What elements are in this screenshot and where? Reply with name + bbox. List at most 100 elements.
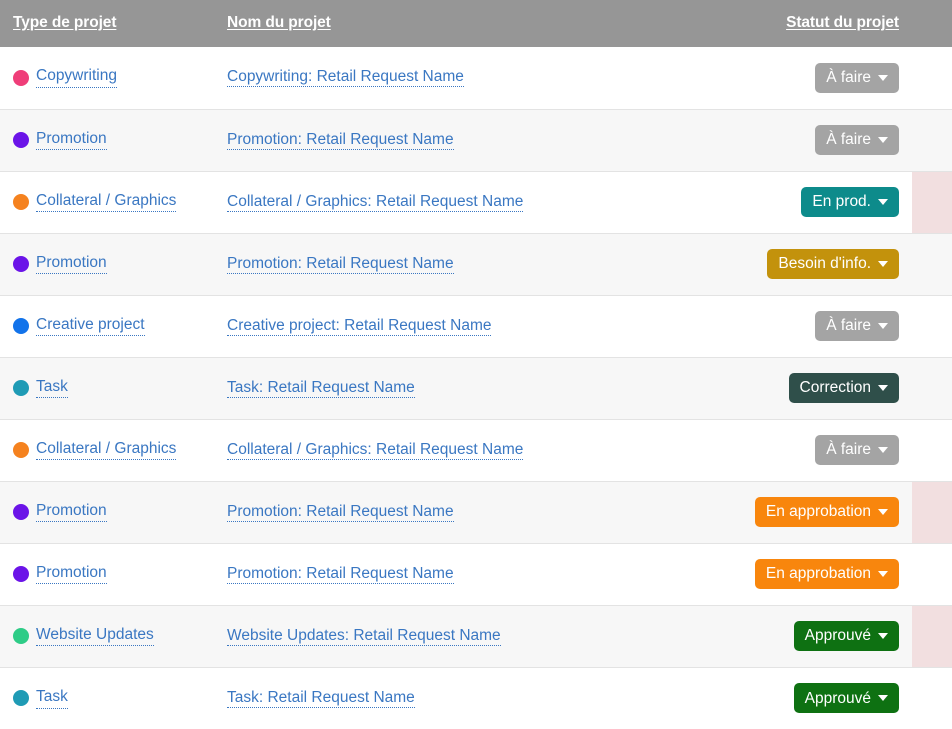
project-name-link[interactable]: Collateral / Graphics: Retail Request Na… [227, 193, 523, 212]
cell-project-name: Collateral / Graphics: Retail Request Na… [223, 419, 717, 481]
status-badge-dropdown[interactable]: En prod. [801, 187, 899, 217]
project-type-color-dot-icon [13, 566, 29, 582]
cell-project-type: Copywriting [0, 47, 223, 109]
table-row[interactable]: Task Task: Retail Request Name Correction 6… [0, 357, 952, 419]
table-row[interactable]: Promotion Promotion: Retail Request Name E… [0, 543, 952, 605]
status-badge-label: Besoin d'info. [778, 256, 871, 272]
project-name-link[interactable]: Website Updates: Retail Request Name [227, 627, 501, 646]
cell-delivery-date: 10/9/2020 [912, 543, 952, 605]
cell-project-type: Collateral / Graphics [0, 419, 223, 481]
status-badge-label: En approbation [766, 504, 871, 520]
status-badge-label: À faire [826, 318, 871, 334]
table-row[interactable]: Task Task: Retail Request Name Approuvé 27/… [0, 667, 952, 729]
project-type-link[interactable]: Promotion [36, 502, 107, 523]
cell-delivery-date: 6/9/2020 [912, 233, 952, 295]
cell-project-name: Promotion: Retail Request Name [223, 481, 717, 543]
status-badge-dropdown[interactable]: Approuvé [794, 621, 899, 651]
project-type-link[interactable]: Creative project [36, 316, 145, 337]
table-row[interactable]: Collateral / Graphics Collateral / Graphi… [0, 171, 952, 233]
table-row[interactable]: Promotion Promotion: Retail Request Name E… [0, 481, 952, 543]
project-type-link[interactable]: Promotion [36, 564, 107, 585]
cell-project-status: Approuvé [717, 667, 912, 729]
cell-project-type: Promotion [0, 109, 223, 171]
column-header-status[interactable]: Statut du projet [717, 0, 912, 47]
table-row[interactable]: Copywriting Copywriting: Retail Request N… [0, 47, 952, 109]
status-badge-dropdown[interactable]: Correction [789, 373, 900, 403]
cell-project-status: En approbation [717, 543, 912, 605]
status-badge-label: En approbation [766, 566, 871, 582]
table-row[interactable]: Promotion Promotion: Retail Request Name B… [0, 233, 952, 295]
project-name-link[interactable]: Promotion: Retail Request Name [227, 131, 454, 150]
project-name-link[interactable]: Promotion: Retail Request Name [227, 255, 454, 274]
status-badge-label: À faire [826, 70, 871, 86]
cell-delivery-date: 31/8/2020 [912, 419, 952, 481]
project-name-link[interactable]: Copywriting: Retail Request Name [227, 68, 464, 87]
chevron-down-icon [878, 571, 888, 577]
project-type-color-dot-icon [13, 442, 29, 458]
cell-project-name: Promotion: Retail Request Name [223, 543, 717, 605]
status-badge-dropdown[interactable]: À faire [815, 125, 899, 155]
column-header-name[interactable]: Nom du projet [223, 0, 717, 47]
cell-project-status: À faire [717, 419, 912, 481]
cell-project-status: Correction [717, 357, 912, 419]
chevron-down-icon [878, 137, 888, 143]
project-type-link[interactable]: Collateral / Graphics [36, 192, 176, 213]
column-header-type[interactable]: Type de projet [0, 0, 223, 47]
chevron-down-icon [878, 633, 888, 639]
project-name-link[interactable]: Creative project: Retail Request Name [227, 317, 491, 336]
cell-delivery-date: 6/9/2020 [912, 109, 952, 171]
cell-delivery-date-overdue: 20/8/2020 [912, 605, 952, 667]
status-badge-dropdown[interactable]: En approbation [755, 497, 899, 527]
project-type-color-dot-icon [13, 318, 29, 334]
project-name-link[interactable]: Collateral / Graphics: Retail Request Na… [227, 441, 523, 460]
cell-project-status: En approbation [717, 481, 912, 543]
status-badge-dropdown[interactable]: En approbation [755, 559, 899, 589]
status-badge-label: Approuvé [805, 691, 871, 707]
column-header-date[interactable]: Date de livraison [912, 0, 952, 47]
table-row[interactable]: Promotion Promotion: Retail Request Name À… [0, 109, 952, 171]
project-type-link[interactable]: Collateral / Graphics [36, 440, 176, 461]
cell-project-name: Collateral / Graphics: Retail Request Na… [223, 171, 717, 233]
project-type-link[interactable]: Website Updates [36, 626, 154, 647]
status-badge-dropdown[interactable]: À faire [815, 435, 899, 465]
cell-project-type: Collateral / Graphics [0, 171, 223, 233]
project-type-link[interactable]: Task [36, 378, 68, 399]
cell-project-type: Website Updates [0, 605, 223, 667]
status-badge-label: En prod. [812, 194, 871, 210]
project-name-link[interactable]: Promotion: Retail Request Name [227, 565, 454, 584]
column-header-type-label: Type de projet [13, 14, 116, 31]
project-name-link[interactable]: Task: Retail Request Name [227, 379, 415, 398]
status-badge-dropdown[interactable]: Approuvé [794, 683, 899, 713]
cell-project-name: Creative project: Retail Request Name [223, 295, 717, 357]
table-body: Copywriting Copywriting: Retail Request N… [0, 47, 952, 729]
cell-project-type: Creative project [0, 295, 223, 357]
cell-project-name: Promotion: Retail Request Name [223, 109, 717, 171]
cell-project-status: Approuvé [717, 605, 912, 667]
status-badge-label: À faire [826, 442, 871, 458]
cell-delivery-date: 27/8/2020 [912, 667, 952, 729]
project-type-link[interactable]: Promotion [36, 130, 107, 151]
chevron-down-icon [878, 323, 888, 329]
cell-project-type: Promotion [0, 481, 223, 543]
project-type-link[interactable]: Task [36, 688, 68, 709]
cell-delivery-date: 6/9/2020 [912, 357, 952, 419]
status-badge-dropdown[interactable]: À faire [815, 63, 899, 93]
status-badge-dropdown[interactable]: À faire [815, 311, 899, 341]
table-row[interactable]: Creative project Creative project: Retail… [0, 295, 952, 357]
cell-project-name: Task: Retail Request Name [223, 357, 717, 419]
project-name-link[interactable]: Task: Retail Request Name [227, 689, 415, 708]
project-name-link[interactable]: Promotion: Retail Request Name [227, 503, 454, 522]
status-badge-label: Approuvé [805, 628, 871, 644]
cell-project-type: Task [0, 357, 223, 419]
header-row: Type de projet Nom du projet Statut du p… [0, 0, 952, 47]
project-type-link[interactable]: Promotion [36, 254, 107, 275]
cell-project-type: Promotion [0, 233, 223, 295]
column-header-status-label: Statut du projet [786, 14, 899, 31]
table-row[interactable]: Collateral / Graphics Collateral / Graphi… [0, 419, 952, 481]
cell-delivery-date: 27/8/2020 [912, 295, 952, 357]
table-row[interactable]: Website Updates Website Updates: Retail R… [0, 605, 952, 667]
project-type-link[interactable]: Copywriting [36, 67, 117, 88]
cell-project-status: À faire [717, 295, 912, 357]
status-badge-label: Correction [800, 380, 872, 396]
status-badge-dropdown[interactable]: Besoin d'info. [767, 249, 899, 279]
